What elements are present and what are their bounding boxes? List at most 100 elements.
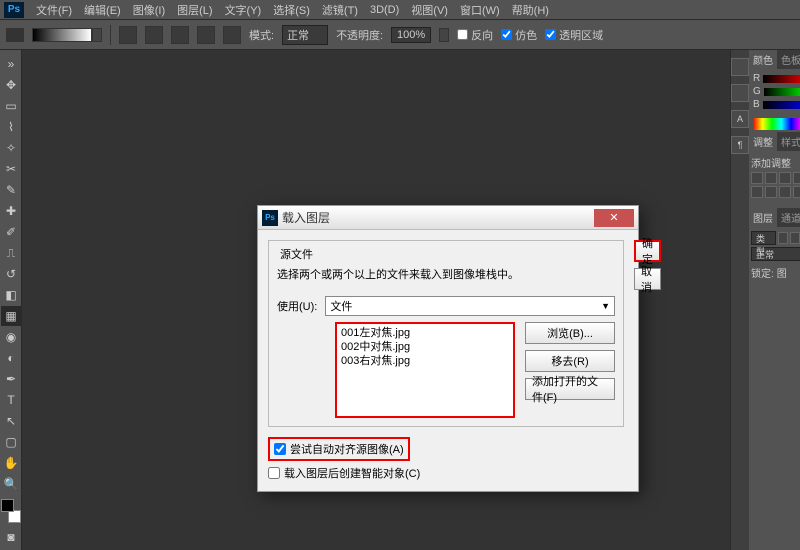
- color-swatches[interactable]: [1, 499, 21, 523]
- adj-curves-icon[interactable]: [779, 172, 791, 184]
- auto-align-checkbox[interactable]: 尝试自动对齐源图像(A): [268, 437, 410, 461]
- lasso-tool[interactable]: ⌇: [1, 117, 21, 137]
- move-tool[interactable]: ✥: [1, 75, 21, 95]
- shape-tool[interactable]: ▢: [1, 432, 21, 452]
- gradient-diamond-icon[interactable]: [223, 26, 241, 44]
- eraser-tool[interactable]: ◧: [1, 285, 21, 305]
- layers-panel: 图层 通道 类型 正常 锁定: 图: [749, 208, 800, 284]
- collapse-icon[interactable]: »: [1, 54, 21, 74]
- healing-tool[interactable]: ✚: [1, 201, 21, 221]
- quickmask-tool[interactable]: ◙: [1, 527, 21, 547]
- smart-object-checkbox[interactable]: 载入图层后创建智能对象(C): [268, 465, 628, 481]
- dialog-titlebar[interactable]: Ps 载入图层 ✕: [258, 206, 638, 230]
- crop-tool[interactable]: ✂: [1, 159, 21, 179]
- adj-bw-icon[interactable]: [779, 186, 791, 198]
- adj-photo-icon[interactable]: [793, 186, 800, 198]
- properties-panel-icon[interactable]: [731, 84, 749, 102]
- tab-swatches[interactable]: 色板: [777, 50, 800, 69]
- gradient-dropdown-arrow[interactable]: [92, 28, 102, 42]
- adj-levels-icon[interactable]: [765, 172, 777, 184]
- adj-brightness-icon[interactable]: [751, 172, 763, 184]
- char-panel-icon[interactable]: A: [731, 110, 749, 128]
- filter-adj-icon[interactable]: [790, 232, 800, 244]
- dodge-tool[interactable]: ◐: [1, 348, 21, 368]
- adj-hue-icon[interactable]: [765, 186, 777, 198]
- menu-file[interactable]: 文件(F): [30, 2, 78, 18]
- ok-button[interactable]: 确定: [634, 240, 661, 262]
- g-slider[interactable]: [764, 88, 800, 96]
- group-title: 源文件: [277, 246, 316, 262]
- zoom-tool[interactable]: 🔍: [1, 474, 21, 494]
- file-list[interactable]: 001左对焦.jpg 002中对焦.jpg 003右对焦.jpg: [335, 322, 515, 418]
- tab-channels[interactable]: 通道: [777, 208, 800, 227]
- tool-preset[interactable]: [6, 28, 24, 42]
- dialog-icon: Ps: [262, 210, 278, 226]
- menu-select[interactable]: 选择(S): [267, 2, 316, 18]
- gradient-linear-icon[interactable]: [119, 26, 137, 44]
- group-desc: 选择两个或两个以上的文件来载入到图像堆栈中。: [277, 266, 615, 282]
- hand-tool[interactable]: ✋: [1, 453, 21, 473]
- adj-vibrance-icon[interactable]: [751, 186, 763, 198]
- cancel-button[interactable]: 取消: [634, 268, 661, 290]
- menu-help[interactable]: 帮助(H): [506, 2, 555, 18]
- gradient-angle-icon[interactable]: [171, 26, 189, 44]
- menu-type[interactable]: 文字(Y): [219, 2, 268, 18]
- mode-select[interactable]: 正常: [282, 25, 328, 45]
- eyedropper-tool[interactable]: ✎: [1, 180, 21, 200]
- menu-window[interactable]: 窗口(W): [454, 2, 506, 18]
- opacity-arrow[interactable]: [439, 28, 449, 42]
- adj-exposure-icon[interactable]: [793, 172, 800, 184]
- foreground-color[interactable]: [1, 499, 14, 512]
- blend-mode[interactable]: 正常: [751, 247, 800, 261]
- list-item[interactable]: 001左对焦.jpg: [341, 326, 509, 340]
- browse-button[interactable]: 浏览(B)...: [525, 322, 615, 344]
- filter-img-icon[interactable]: [778, 232, 788, 244]
- add-open-button[interactable]: 添加打开的文件(F): [525, 378, 615, 400]
- gradient-reflected-icon[interactable]: [197, 26, 215, 44]
- menu-view[interactable]: 视图(V): [405, 2, 454, 18]
- blur-tool[interactable]: ◉: [1, 327, 21, 347]
- layer-filter[interactable]: 类型: [751, 231, 776, 245]
- stamp-tool[interactable]: ⎍: [1, 243, 21, 263]
- menu-filter[interactable]: 滤镜(T): [316, 2, 364, 18]
- para-panel-icon[interactable]: ¶: [731, 136, 749, 154]
- gradient-preview[interactable]: [32, 28, 92, 42]
- history-panel-icon[interactable]: [731, 58, 749, 76]
- use-select[interactable]: 文件 ▼: [325, 296, 615, 316]
- type-tool[interactable]: T: [1, 390, 21, 410]
- menu-3d[interactable]: 3D(D): [364, 4, 405, 16]
- gradient-radial-icon[interactable]: [145, 26, 163, 44]
- list-item[interactable]: 002中对焦.jpg: [341, 340, 509, 354]
- b-label: B: [753, 99, 760, 110]
- dialog-title: 载入图层: [282, 209, 594, 226]
- load-layers-dialog: Ps 载入图层 ✕ 源文件 选择两个或两个以上的文件来载入到图像堆栈中。 使用(…: [257, 205, 639, 492]
- color-ramp[interactable]: [753, 118, 800, 130]
- tab-color[interactable]: 颜色: [749, 50, 777, 69]
- pen-tool[interactable]: ✒: [1, 369, 21, 389]
- dither-checkbox[interactable]: 仿色: [501, 27, 537, 43]
- opacity-value[interactable]: 100%: [391, 27, 431, 43]
- color-panel: 颜色 色板 R G B: [749, 50, 800, 132]
- history-brush-tool[interactable]: ↺: [1, 264, 21, 284]
- lock-fill-icon[interactable]: 图: [777, 265, 787, 280]
- wand-tool[interactable]: ✧: [1, 138, 21, 158]
- transparency-checkbox[interactable]: 透明区域: [545, 27, 603, 43]
- mode-label: 模式:: [249, 27, 274, 43]
- remove-button[interactable]: 移去(R): [525, 350, 615, 372]
- close-button[interactable]: ✕: [594, 209, 634, 227]
- path-tool[interactable]: ↖: [1, 411, 21, 431]
- tab-styles[interactable]: 样式: [777, 132, 800, 151]
- gradient-tool[interactable]: ▦: [1, 306, 21, 326]
- tab-layers[interactable]: 图层: [749, 208, 777, 227]
- menu-image[interactable]: 图像(I): [127, 2, 171, 18]
- use-label: 使用(U):: [277, 298, 317, 314]
- marquee-tool[interactable]: ▭: [1, 96, 21, 116]
- menu-layer[interactable]: 图层(L): [171, 2, 218, 18]
- b-slider[interactable]: [763, 101, 800, 109]
- menu-edit[interactable]: 编辑(E): [78, 2, 127, 18]
- list-item[interactable]: 003右对焦.jpg: [341, 354, 509, 368]
- reverse-checkbox[interactable]: 反向: [457, 27, 493, 43]
- r-slider[interactable]: [763, 75, 800, 83]
- brush-tool[interactable]: ✐: [1, 222, 21, 242]
- tab-adjust[interactable]: 调整: [749, 132, 777, 151]
